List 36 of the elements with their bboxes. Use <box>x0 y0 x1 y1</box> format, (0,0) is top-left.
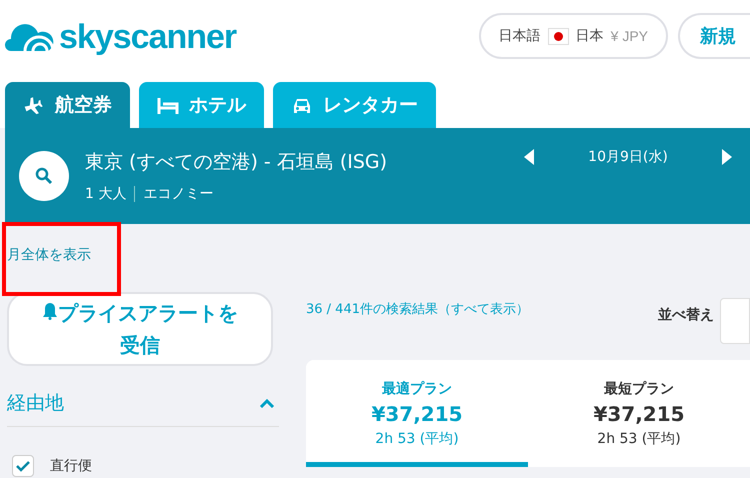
plan-title: 最短プラン <box>604 380 674 398</box>
left-triangle-icon <box>524 149 534 165</box>
date-text: 10月9日(水) <box>587 148 669 166</box>
plan-price: ¥37,215 <box>371 402 463 426</box>
plan-title: 最適プラン <box>382 380 452 398</box>
flag-icon <box>548 28 569 44</box>
check-icon <box>16 460 30 472</box>
cabin-text: エコノミー <box>143 185 214 203</box>
price-alert-button[interactable]: プライスアラートを受信 <box>7 292 273 366</box>
signup-button[interactable]: 新規 <box>678 13 750 59</box>
checkbox-label: 直行便 <box>50 457 92 475</box>
cloud-logo-icon <box>5 21 55 53</box>
logo-text: skyscanner <box>59 18 236 56</box>
results-count-link[interactable]: 36 / 441件の検索結果（すべて表示） <box>306 300 529 318</box>
plan-price: ¥37,215 <box>593 402 685 426</box>
plan-duration: 2h 53 (平均) <box>597 430 681 448</box>
country-label: 日本 <box>576 27 604 45</box>
tab[interactable]: 航空券 <box>5 82 130 128</box>
right-triangle-icon <box>722 149 732 165</box>
plan-tab[interactable]: 最適プラン ¥37,215 2h 53 (平均) <box>306 360 528 467</box>
currency-label: ¥ JPY <box>610 28 648 44</box>
filter-title: 経由地 <box>7 391 64 416</box>
search-icon <box>35 167 53 185</box>
search-button[interactable] <box>19 151 69 201</box>
language-label: 日本語 <box>498 27 541 45</box>
month-view-link[interactable]: 月全体を表示 <box>7 246 91 292</box>
chevron-up-icon <box>259 398 275 408</box>
route-text: 東京 (すべての空港) - 石垣島 (ISG) <box>85 150 388 175</box>
bell-icon <box>42 302 58 320</box>
tab[interactable]: ホテル <box>139 82 264 128</box>
locale-selector[interactable]: 日本語 日本 ¥ JPY <box>478 13 668 59</box>
sort-label: 並べ替え <box>658 306 714 324</box>
plan-duration: 2h 53 (平均) <box>375 430 459 448</box>
tab[interactable]: レンタカー <box>273 82 436 128</box>
checkbox[interactable] <box>12 455 34 477</box>
passengers-text: 1 大人 <box>85 185 126 203</box>
